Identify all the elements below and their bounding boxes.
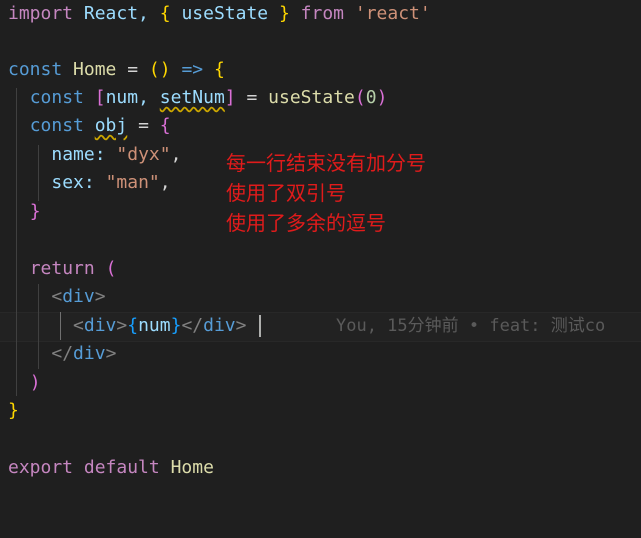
comma: , (159, 172, 171, 193)
annotation-double-quotes: 使用了双引号 (226, 181, 346, 205)
bracket: ] (224, 87, 236, 108)
code-line-14[interactable]: ) (0, 369, 641, 397)
keyword: from (300, 3, 345, 24)
keyword: const (29, 115, 84, 136)
string: 'react' (354, 3, 431, 24)
keyword: import (8, 3, 74, 24)
identifier: useState (181, 3, 269, 24)
tag-bracket: > (94, 286, 106, 307)
code-line-4[interactable]: const [num, setNum] = useState(0) (0, 84, 641, 112)
git-blame-annotation[interactable]: You, 15分钟前 • feat: 测试co (336, 312, 605, 340)
object-key: name: (51, 144, 106, 165)
tag-bracket: < (73, 315, 84, 336)
unused-variable-warning[interactable]: setNum (160, 87, 225, 108)
code-line-3[interactable]: const Home = () => { (0, 56, 641, 84)
bracket: } (8, 400, 19, 421)
number: 0 (365, 87, 377, 108)
jsx-tag: div (203, 315, 236, 336)
bracket: () (148, 59, 171, 80)
identifier: React, (83, 3, 149, 24)
jsx-tag: div (83, 315, 117, 336)
bracket: ( (105, 258, 117, 279)
bracket: ) (29, 372, 41, 393)
identifier: num, (105, 87, 149, 108)
bracket: { (159, 3, 171, 24)
string: "man" (105, 172, 160, 193)
bracket: ( (354, 87, 366, 108)
tag-bracket: </ (181, 315, 204, 336)
identifier: num (138, 315, 171, 336)
tag-bracket: </ (51, 343, 74, 364)
code-line-10[interactable]: return ( (0, 255, 641, 283)
identifier: Home (73, 59, 117, 80)
annotation-extra-commas: 使用了多余的逗号 (226, 211, 386, 235)
bracket: } (170, 315, 182, 336)
bracket: { (159, 115, 171, 136)
object-key: sex: (51, 172, 95, 193)
tag-bracket: > (116, 315, 128, 336)
keyword: export (8, 457, 74, 478)
bracket: } (29, 201, 41, 222)
operator: = (246, 87, 258, 108)
code-line-17[interactable]: export default Home (0, 454, 641, 482)
string: "dyx" (116, 144, 171, 165)
code-line-11[interactable]: <div> (0, 283, 641, 311)
code-line-13[interactable]: </div> (0, 340, 641, 368)
identifier: Home (170, 457, 214, 478)
keyword: default (83, 457, 160, 478)
annotation-no-semicolons: 每一行结束没有加分号 (226, 151, 426, 175)
bracket: { (213, 59, 225, 80)
keyword: return (29, 258, 95, 279)
bracket: } (278, 3, 290, 24)
jsx-tag: div (73, 343, 106, 364)
operator: => (181, 59, 204, 80)
bracket: ) (376, 87, 388, 108)
bracket: [ (94, 87, 106, 108)
tag-bracket: > (105, 343, 117, 364)
code-line-5[interactable]: const obj = { (0, 112, 641, 140)
keyword: const (8, 59, 63, 80)
text-cursor (259, 315, 261, 337)
operator: = (138, 115, 149, 136)
code-line-1[interactable]: import React, { useState } from 'react' (0, 0, 641, 28)
operator: = (127, 59, 139, 80)
keyword: const (29, 87, 84, 108)
jsx-tag: div (62, 286, 95, 307)
comma: , (170, 144, 182, 165)
tag-bracket: > (235, 315, 247, 336)
code-editor[interactable]: import React, { useState } from 'react' … (0, 0, 641, 495)
tag-bracket: < (51, 286, 63, 307)
bracket: { (127, 315, 139, 336)
function-call: useState (268, 87, 355, 108)
unused-variable-warning[interactable]: obj (95, 115, 128, 136)
code-line-15[interactable]: } (0, 397, 641, 425)
